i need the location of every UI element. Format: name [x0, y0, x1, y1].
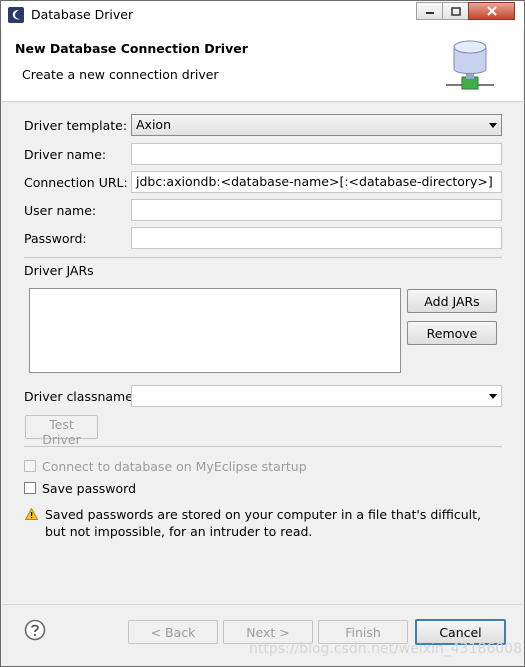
chevron-down-icon [489, 394, 497, 399]
driver-jars-list[interactable] [29, 288, 401, 373]
page-title: New Database Connection Driver [15, 41, 248, 56]
footer-divider [2, 604, 523, 605]
title-bar: Database Driver [1, 1, 524, 29]
driver-name-input[interactable] [131, 143, 502, 165]
divider [24, 446, 502, 447]
minimize-button[interactable] [416, 2, 443, 20]
user-name-label: User name: [24, 203, 97, 218]
remove-button[interactable]: Remove [407, 321, 497, 345]
driver-template-value: Axion [136, 117, 171, 132]
user-name-input[interactable] [131, 199, 502, 221]
driver-name-label: Driver name: [24, 147, 107, 162]
test-driver-button[interactable]: Test Driver [25, 415, 98, 447]
connection-url-input[interactable]: jdbc:axiondb:<database-name>[:<database-… [131, 171, 502, 193]
back-button[interactable]: < Back [128, 620, 218, 644]
page-subtitle: Create a new connection driver [22, 67, 219, 82]
database-driver-dialog: Database Driver New Database Connection … [0, 0, 525, 667]
chevron-down-icon [489, 123, 497, 128]
watermark: https://blog.csdn.net/weixin_43186008 [249, 641, 523, 657]
driver-classname-label: Driver classname: [24, 389, 138, 404]
save-password-label: Save password [42, 481, 137, 496]
password-input[interactable] [131, 227, 502, 249]
minimize-icon [425, 12, 434, 14]
driver-template-select[interactable]: Axion [131, 114, 502, 136]
close-icon [486, 6, 497, 16]
driver-template-label: Driver template: [24, 118, 128, 133]
myeclipse-app-icon [8, 7, 24, 23]
connection-url-label: Connection URL: [24, 175, 128, 190]
window-title: Database Driver [31, 7, 134, 22]
divider [24, 257, 502, 258]
driver-jars-label: Driver JARs [24, 263, 94, 278]
close-button[interactable] [468, 2, 515, 20]
maximize-button[interactable] [442, 2, 469, 20]
save-password-checkbox[interactable] [24, 482, 36, 494]
connect-on-startup-label: Connect to database on MyEclipse startup [42, 459, 307, 474]
password-warning-text: Saved passwords are stored on your compu… [45, 507, 481, 539]
help-icon[interactable] [24, 619, 46, 641]
database-connection-icon [446, 40, 494, 90]
wizard-header: New Database Connection Driver Create a … [2, 29, 523, 102]
add-jars-button[interactable]: Add JARs [407, 289, 497, 313]
maximize-icon [450, 6, 461, 16]
driver-classname-combo[interactable] [131, 385, 502, 407]
connect-on-startup-checkbox[interactable] [24, 460, 36, 472]
password-label: Password: [24, 231, 87, 246]
warning-icon [25, 508, 38, 520]
